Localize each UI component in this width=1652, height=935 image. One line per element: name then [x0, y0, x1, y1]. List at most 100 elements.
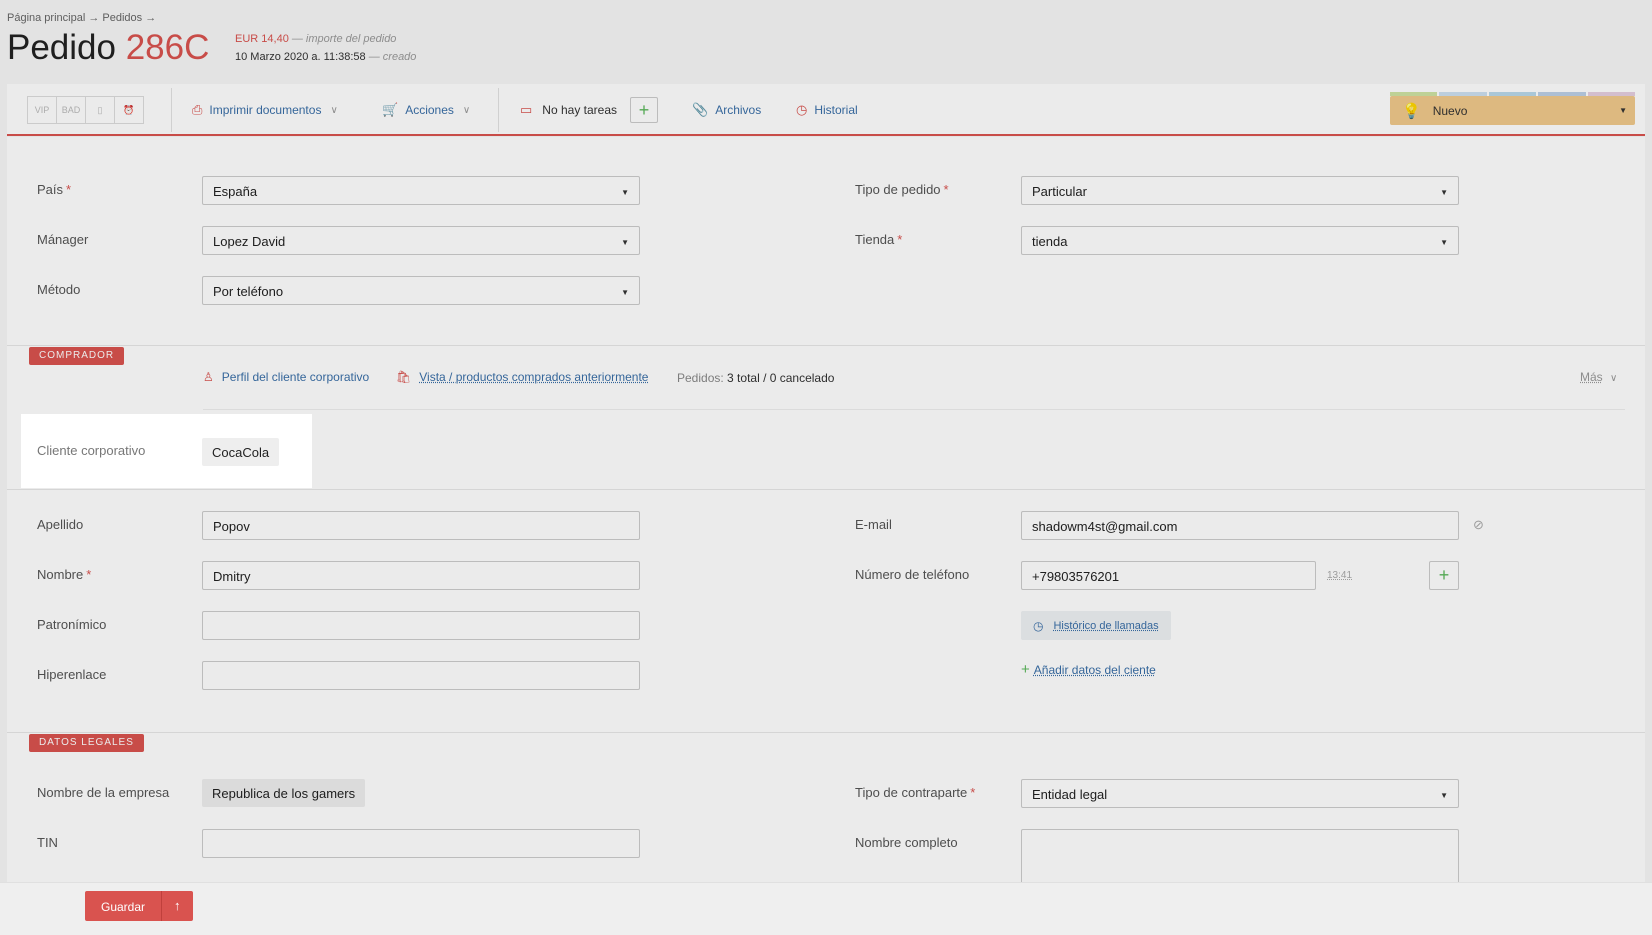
tin-label: TIN: [37, 835, 58, 850]
breadcrumb[interactable]: Página principal → Pedidos →: [7, 12, 156, 24]
patronymic-input[interactable]: [202, 611, 640, 640]
check-circle-icon[interactable]: ⊘: [1473, 517, 1484, 533]
name-label-text: Nombre: [37, 567, 84, 582]
counterparty-type-value: Entidad legal: [1032, 787, 1108, 802]
hyperlink-input[interactable]: [202, 661, 640, 690]
country-label: País *: [37, 182, 71, 197]
email-label: E-mail: [855, 517, 892, 532]
vip-tag-button[interactable]: VIP: [27, 96, 57, 124]
save-bar: Guardar ↑: [0, 882, 1652, 935]
country-value: España: [213, 184, 258, 199]
call-history-button[interactable]: ◷ Histórico de llamadas: [1021, 611, 1171, 640]
alarm-icon: ⏰: [123, 104, 135, 115]
history-button[interactable]: ◷ Historial: [796, 84, 858, 136]
store-select[interactable]: tienda ▼: [1021, 226, 1459, 255]
more-label: Más: [1580, 370, 1603, 384]
divider: [203, 409, 1625, 410]
phone-input[interactable]: +79803576201: [1021, 561, 1316, 590]
divider: [171, 88, 172, 132]
required-marker: *: [897, 232, 903, 247]
name-label: Nombre *: [37, 567, 91, 582]
company-name-chip[interactable]: Republica de los gamers: [202, 779, 366, 807]
add-client-data-link[interactable]: + Añadir datos del ciente: [1021, 661, 1156, 678]
store-label: Tienda *: [855, 232, 902, 247]
files-label: Archivos: [715, 103, 762, 117]
corporate-client-highlight: Cliente corporativo CocaCola: [22, 415, 311, 487]
full-name-label: Nombre completo: [855, 835, 958, 850]
caret-down-icon: ▼: [621, 188, 629, 197]
tasks-label: No hay tareas: [542, 103, 618, 117]
manager-value: Lopez David: [213, 234, 286, 249]
tin-input[interactable]: [202, 829, 640, 858]
plus-icon: +: [1021, 661, 1030, 678]
call-history-label: Histórico de llamadas: [1053, 619, 1159, 632]
order-type-label-text: Tipo de pedido: [855, 182, 941, 197]
full-name-textarea[interactable]: [1021, 829, 1459, 889]
title-prefix: Pedido: [7, 28, 126, 67]
counterparty-type-select[interactable]: Entidad legal ▼: [1021, 779, 1459, 808]
chevron-down-icon: ∨: [462, 104, 471, 116]
hyperlink-label: Hiperenlace: [37, 667, 107, 682]
country-label-text: País: [37, 182, 64, 197]
scroll-up-button[interactable]: ↑: [161, 891, 193, 921]
order-page: Página principal → Pedidos → Pedido 286C…: [0, 0, 1652, 935]
status-value: Nuevo: [1432, 103, 1468, 118]
orders-value: 3 total / 0 cancelado: [727, 371, 835, 385]
section-divider: [7, 732, 1645, 733]
order-amount-note: — importe del pedido: [288, 33, 397, 45]
save-button[interactable]: Guardar: [85, 891, 162, 921]
surname-label: Apellido: [37, 517, 84, 532]
order-toolbar: VIP BAD ▯ ⏰ ⎙ Imprimir documentos ∨ 🛒 Accio…: [7, 84, 1645, 136]
bookmark-icon: ▯: [97, 104, 103, 115]
store-value: tienda: [1032, 234, 1068, 249]
chevron-down-icon: ∨: [330, 104, 338, 116]
order-number: 286C: [125, 28, 210, 67]
add-phone-button[interactable]: +: [1429, 561, 1459, 590]
add-task-button[interactable]: +: [630, 97, 659, 123]
email-input[interactable]: shadowm4st@gmail.com: [1021, 511, 1459, 540]
print-documents-button[interactable]: ⎙ Imprimir documentos ∨: [192, 84, 338, 136]
name-input[interactable]: Dmitry: [202, 561, 640, 590]
order-date-note: — creado: [365, 51, 417, 63]
tasks-group: ▭ No hay tareas +: [520, 84, 659, 136]
counterparty-type-label-text: Tipo de contraparte: [855, 785, 968, 800]
add-client-data-label: Añadir datos del ciente: [1033, 662, 1156, 677]
lightbulb-icon: 💡: [1402, 102, 1421, 120]
more-toggle[interactable]: Más ∨: [1580, 370, 1617, 384]
order-date: 10 Marzo 2020 a. 11:38:58: [235, 51, 366, 63]
order-type-select[interactable]: Particular ▼: [1021, 176, 1459, 205]
orders-label: Pedidos:: [677, 371, 724, 385]
chevron-down-icon: ∨: [1610, 373, 1618, 384]
alarm-tag-button[interactable]: ⏰: [114, 96, 144, 124]
corporate-profile-label: Perfil del cliente corporativo: [221, 370, 370, 384]
method-label: Método: [37, 282, 81, 297]
printer-icon: ⎙: [192, 102, 203, 117]
order-type-value: Particular: [1032, 184, 1087, 199]
save-button-group: Guardar ↑: [85, 891, 193, 921]
status-select[interactable]: 💡 Nuevo ▼: [1390, 96, 1635, 125]
corporate-client-label-highlight: Cliente corporativo: [37, 443, 146, 458]
country-select[interactable]: España ▼: [202, 176, 640, 205]
tag-group: VIP BAD ▯ ⏰: [27, 84, 144, 136]
required-marker: *: [970, 785, 976, 800]
corporate-client-chip-highlight[interactable]: CocaCola: [202, 438, 280, 466]
company-name-label: Nombre de la empresa: [37, 785, 170, 800]
print-documents-label: Imprimir documentos: [209, 103, 322, 117]
corporate-profile-link[interactable]: ♙ Perfil del cliente corporativo: [203, 370, 369, 384]
phone-time: 13:41: [1327, 570, 1353, 581]
bad-tag-button[interactable]: BAD: [56, 96, 86, 124]
shopping-bag-icon: 🛍: [396, 370, 412, 384]
view-products-link[interactable]: 🛍 Vista / productos comprados anteriorme…: [396, 370, 648, 384]
surname-input[interactable]: Popov: [202, 511, 640, 540]
method-select[interactable]: Por teléfono ▼: [202, 276, 640, 305]
orders-summary: Pedidos: 3 total / 0 cancelado: [677, 371, 834, 385]
order-amount: EUR 14,40: [235, 33, 289, 45]
phone-label: Número de teléfono: [855, 567, 970, 582]
actions-button[interactable]: 🛒 Acciones ∨: [382, 84, 470, 136]
manager-select[interactable]: Lopez David ▼: [202, 226, 640, 255]
bookmark-tag-button[interactable]: ▯: [85, 96, 115, 124]
caret-down-icon: ▼: [1440, 791, 1448, 800]
order-type-label: Tipo de pedido *: [855, 182, 949, 197]
clock-icon: ◷: [1033, 618, 1044, 633]
files-button[interactable]: 📎 Archivos: [692, 84, 761, 136]
